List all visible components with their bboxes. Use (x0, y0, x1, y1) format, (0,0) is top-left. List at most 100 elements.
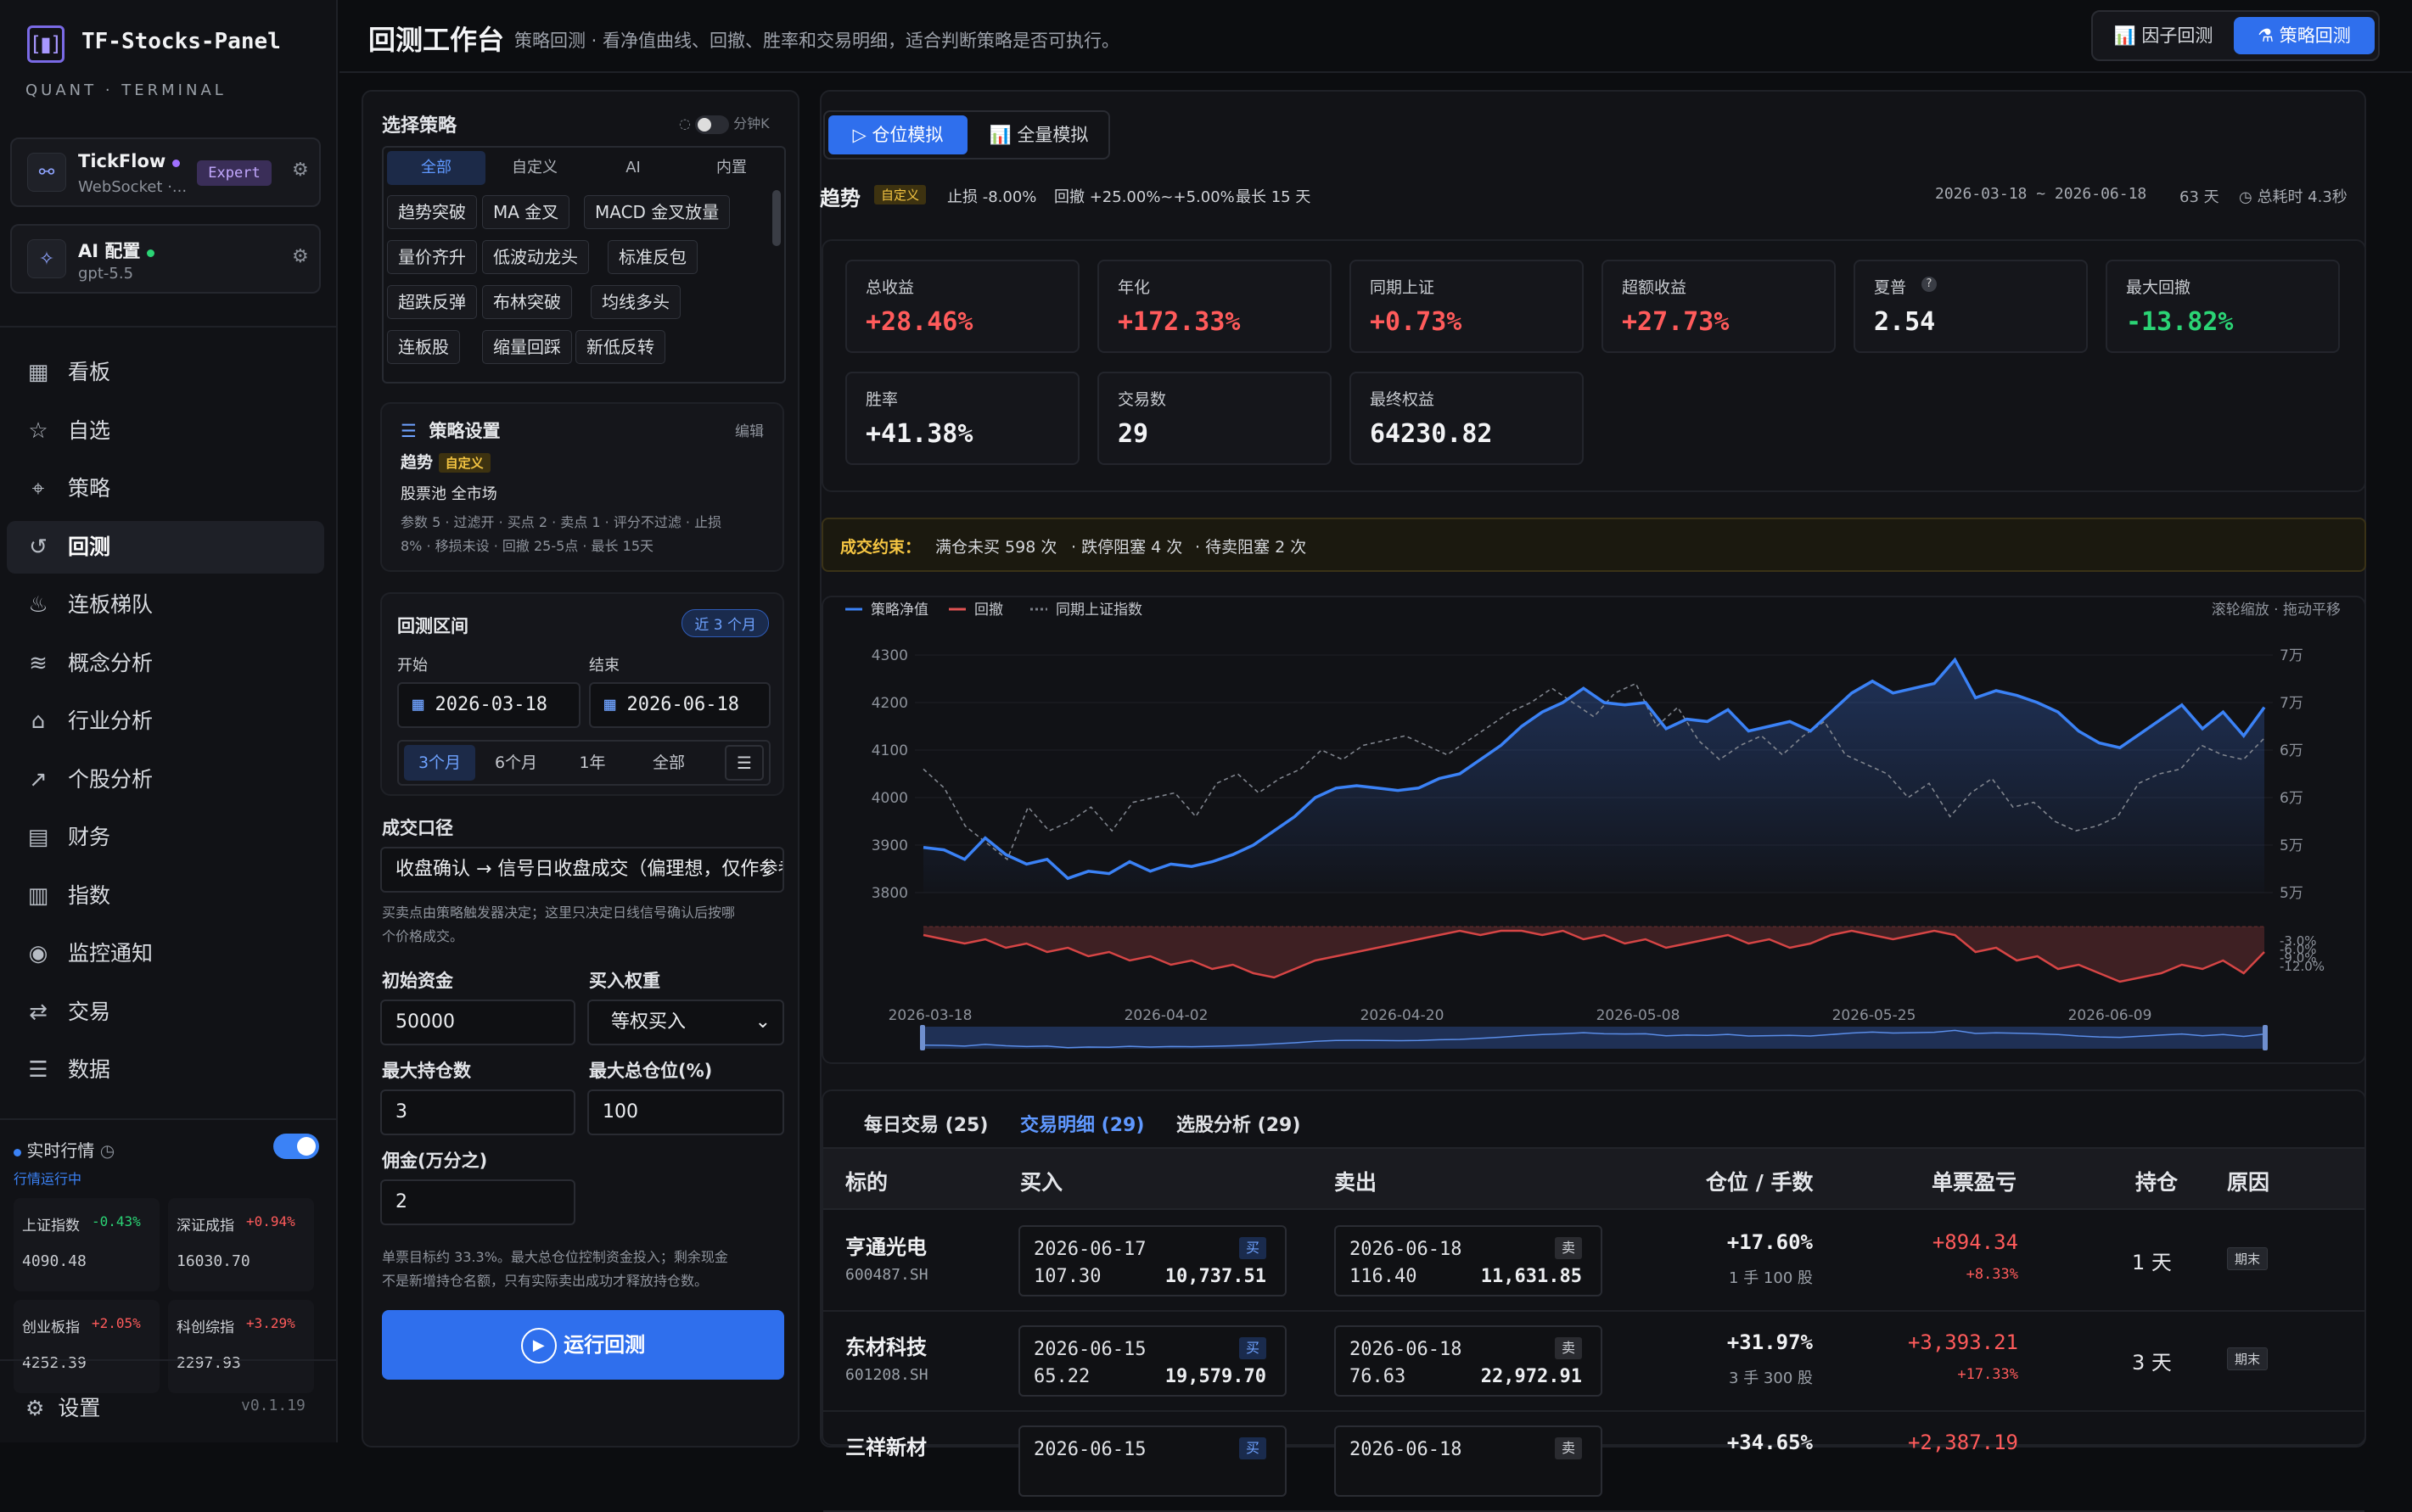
app-title: TF-Stocks-Panel (81, 29, 281, 54)
index-card[interactable]: 科创综指 +3.29% 2297.93 (168, 1300, 314, 1393)
maxpct-input[interactable]: 100 (587, 1089, 784, 1135)
filter-icon[interactable]: ☰ (725, 745, 764, 781)
sidebar-item-8[interactable]: ▤ 财务 (7, 811, 324, 864)
legend-label: 回撤 (974, 602, 1003, 619)
stat-value: +41.38% (866, 419, 973, 449)
settings-link[interactable]: ⚙ 设置 (25, 1392, 100, 1422)
stat-value: +0.73% (1370, 307, 1462, 337)
strategy-chip[interactable]: 标准反包 (608, 240, 698, 274)
strategy-chip[interactable]: 新低反转 (575, 330, 665, 364)
strategy-backtest-button[interactable]: ⚗ 策略回测 (2234, 17, 2375, 54)
ai-card[interactable]: ✧ AI 配置 gpt-5.5 ⚙ (10, 224, 321, 294)
legend-item[interactable]: 策略净值 (845, 602, 928, 619)
index-card[interactable]: 创业板指 +2.05% 4252.39 (14, 1300, 160, 1393)
end-date-input[interactable]: ▦ 2026-06-18 (589, 682, 771, 728)
strategy-tab[interactable]: AI (584, 151, 682, 185)
factor-backtest-button[interactable]: 📊 因子回测 (2100, 17, 2227, 54)
sidebar-item-11[interactable]: ⇄ 交易 (7, 986, 324, 1039)
legend-item[interactable]: 同期上证指数 (1030, 602, 1142, 619)
divider (0, 1359, 338, 1361)
strategy-chip[interactable]: 超跌反弹 (387, 285, 477, 319)
sidebar-item-7[interactable]: ↗ 个股分析 (7, 753, 324, 806)
fill-select[interactable]: 收盘确认 → 信号日收盘成交（偏理想，仅作参考） ⌄ (380, 847, 784, 893)
sidebar-item-5[interactable]: ≋ 概念分析 (7, 637, 324, 690)
gear-icon[interactable]: ⚙ (292, 246, 309, 267)
trade-date: 2026-06-18 (1349, 1239, 1462, 1260)
sidebar-item-2[interactable]: ⌖ 策略 (7, 462, 324, 515)
sidebar-item-label: 连板梯队 (68, 592, 154, 617)
start-date-input[interactable]: ▦ 2026-03-18 (397, 682, 581, 728)
preset-button[interactable]: 3个月 (404, 745, 475, 781)
sidebar-item-0[interactable]: ▦ 看板 (7, 346, 324, 399)
equity-chart[interactable]: 策略净值 回撤 同期上证指数 滚轮缩放 · 拖动平移 4300 7万 4200 7万 4100 6… (822, 596, 2366, 1064)
strategy-chip[interactable]: 连板股 (387, 330, 460, 364)
trades-tab[interactable]: 每日交易 (25) (864, 1110, 988, 1137)
strategy-tab[interactable]: 全部 (387, 151, 485, 185)
divider (339, 71, 2412, 73)
index-card[interactable]: 深证成指 +0.94% 16030.70 (168, 1198, 314, 1291)
fee-input[interactable]: 2 (380, 1179, 575, 1225)
index-card[interactable]: 上证指数 -0.43% 4090.48 (14, 1198, 160, 1291)
strategy-tab[interactable]: 自定义 (485, 151, 584, 185)
capital-input[interactable]: 50000 (380, 1000, 575, 1045)
zoom-slider[interactable] (923, 1027, 2264, 1049)
preset-button[interactable]: 6个月 (480, 745, 552, 781)
edit-link[interactable]: 编辑 (735, 419, 764, 440)
stock-name[interactable]: 亨通光电 (845, 1230, 927, 1260)
sidebar-item-9[interactable]: ▥ 指数 (7, 870, 324, 922)
preset-button[interactable]: 1年 (557, 745, 628, 781)
tickflow-name: TickFlow (78, 151, 166, 171)
strategy-chip[interactable]: MACD 金叉放量 (584, 195, 731, 229)
slider-handle-right[interactable] (2263, 1025, 2268, 1050)
trades-tab[interactable]: 选股分析 (29) (1176, 1110, 1300, 1137)
calendar-icon: ▦ (604, 694, 616, 715)
sell-box: 2026-06-18 卖 76.63 22,972.91 (1334, 1325, 1602, 1397)
maxpos-input[interactable]: 3 (380, 1089, 575, 1135)
sidebar-item-10[interactable]: ◉ 监控通知 (7, 927, 324, 980)
y-tick: 4200 (872, 695, 908, 712)
ai-model: gpt-5.5 (78, 265, 134, 283)
sell-box: 2026-06-18 卖 116.40 11,631.85 (1334, 1225, 1602, 1296)
stock-name[interactable]: 东材科技 (845, 1330, 927, 1360)
scrollbar[interactable] (772, 190, 781, 246)
strategy-chip[interactable]: 量价齐升 (387, 240, 477, 274)
strategy-chip[interactable]: 布林突破 (482, 285, 572, 319)
strategy-tab[interactable]: 内置 (682, 151, 781, 185)
strategy-chip[interactable]: 低波动龙头 (482, 240, 589, 274)
sidebar-item-4[interactable]: ♨ 连板梯队 (7, 579, 324, 631)
sidebar-item-12[interactable]: ☰ 数据 (7, 1044, 324, 1096)
sidebar-item-label: 交易 (68, 999, 111, 1024)
sidebar-item-6[interactable]: ⌂ 行业分析 (7, 695, 324, 748)
preset-button[interactable]: 全部 (633, 745, 704, 781)
strategy-chip[interactable]: 缩量回踩 (482, 330, 572, 364)
dashboard-icon: ▦ (27, 360, 49, 385)
stock-name[interactable]: 三祥新材 (845, 1431, 927, 1460)
y-tick: 4100 (872, 742, 908, 759)
strategy-chip[interactable]: 均线多头 (591, 285, 681, 319)
sidebar-item-1[interactable]: ☆ 自选 (7, 405, 324, 457)
strategy-chip[interactable]: MA 金叉 (482, 195, 570, 229)
full-sim-button[interactable]: 📊 全量模拟 (971, 115, 1107, 154)
market-toggle[interactable] (273, 1134, 319, 1159)
minute-k-toggle[interactable]: ◌ 分钟K (679, 112, 770, 134)
hold-days: 3 天 (2132, 1351, 2172, 1375)
hold-days: 1 天 (2132, 1251, 2172, 1274)
run-backtest-button[interactable]: ▶ 运行回测 (382, 1310, 784, 1380)
index-change: -0.43% (92, 1213, 141, 1229)
help-icon[interactable]: ? (1921, 277, 1937, 292)
clock-icon: ◷ (2239, 188, 2252, 206)
scan-icon: ⌖ (31, 476, 45, 501)
position-sim-button[interactable]: ▷ 仓位模拟 (828, 115, 968, 154)
stat-card: 超额收益 +27.73% (1601, 260, 1836, 353)
slider-handle-left[interactable] (920, 1025, 925, 1050)
recent-badge[interactable]: 近 3 个月 (682, 609, 769, 637)
weight-select[interactable]: 等权买入 ⌄ (587, 1000, 784, 1045)
gear-icon[interactable]: ⚙ (292, 160, 309, 181)
legend-item[interactable]: 回撤 (949, 602, 1003, 619)
flame-icon: ♨ (28, 592, 48, 618)
tickflow-card[interactable]: ⚯ TickFlow WebSocket ·... ⚙ (10, 137, 321, 207)
trades-tab[interactable]: 交易明细 (29) (1020, 1110, 1145, 1150)
sell-tag: 卖 (1555, 1337, 1582, 1359)
sidebar-item-3[interactable]: ↺ 回测 (7, 520, 324, 574)
strategy-chip[interactable]: 趋势突破 (387, 195, 477, 229)
